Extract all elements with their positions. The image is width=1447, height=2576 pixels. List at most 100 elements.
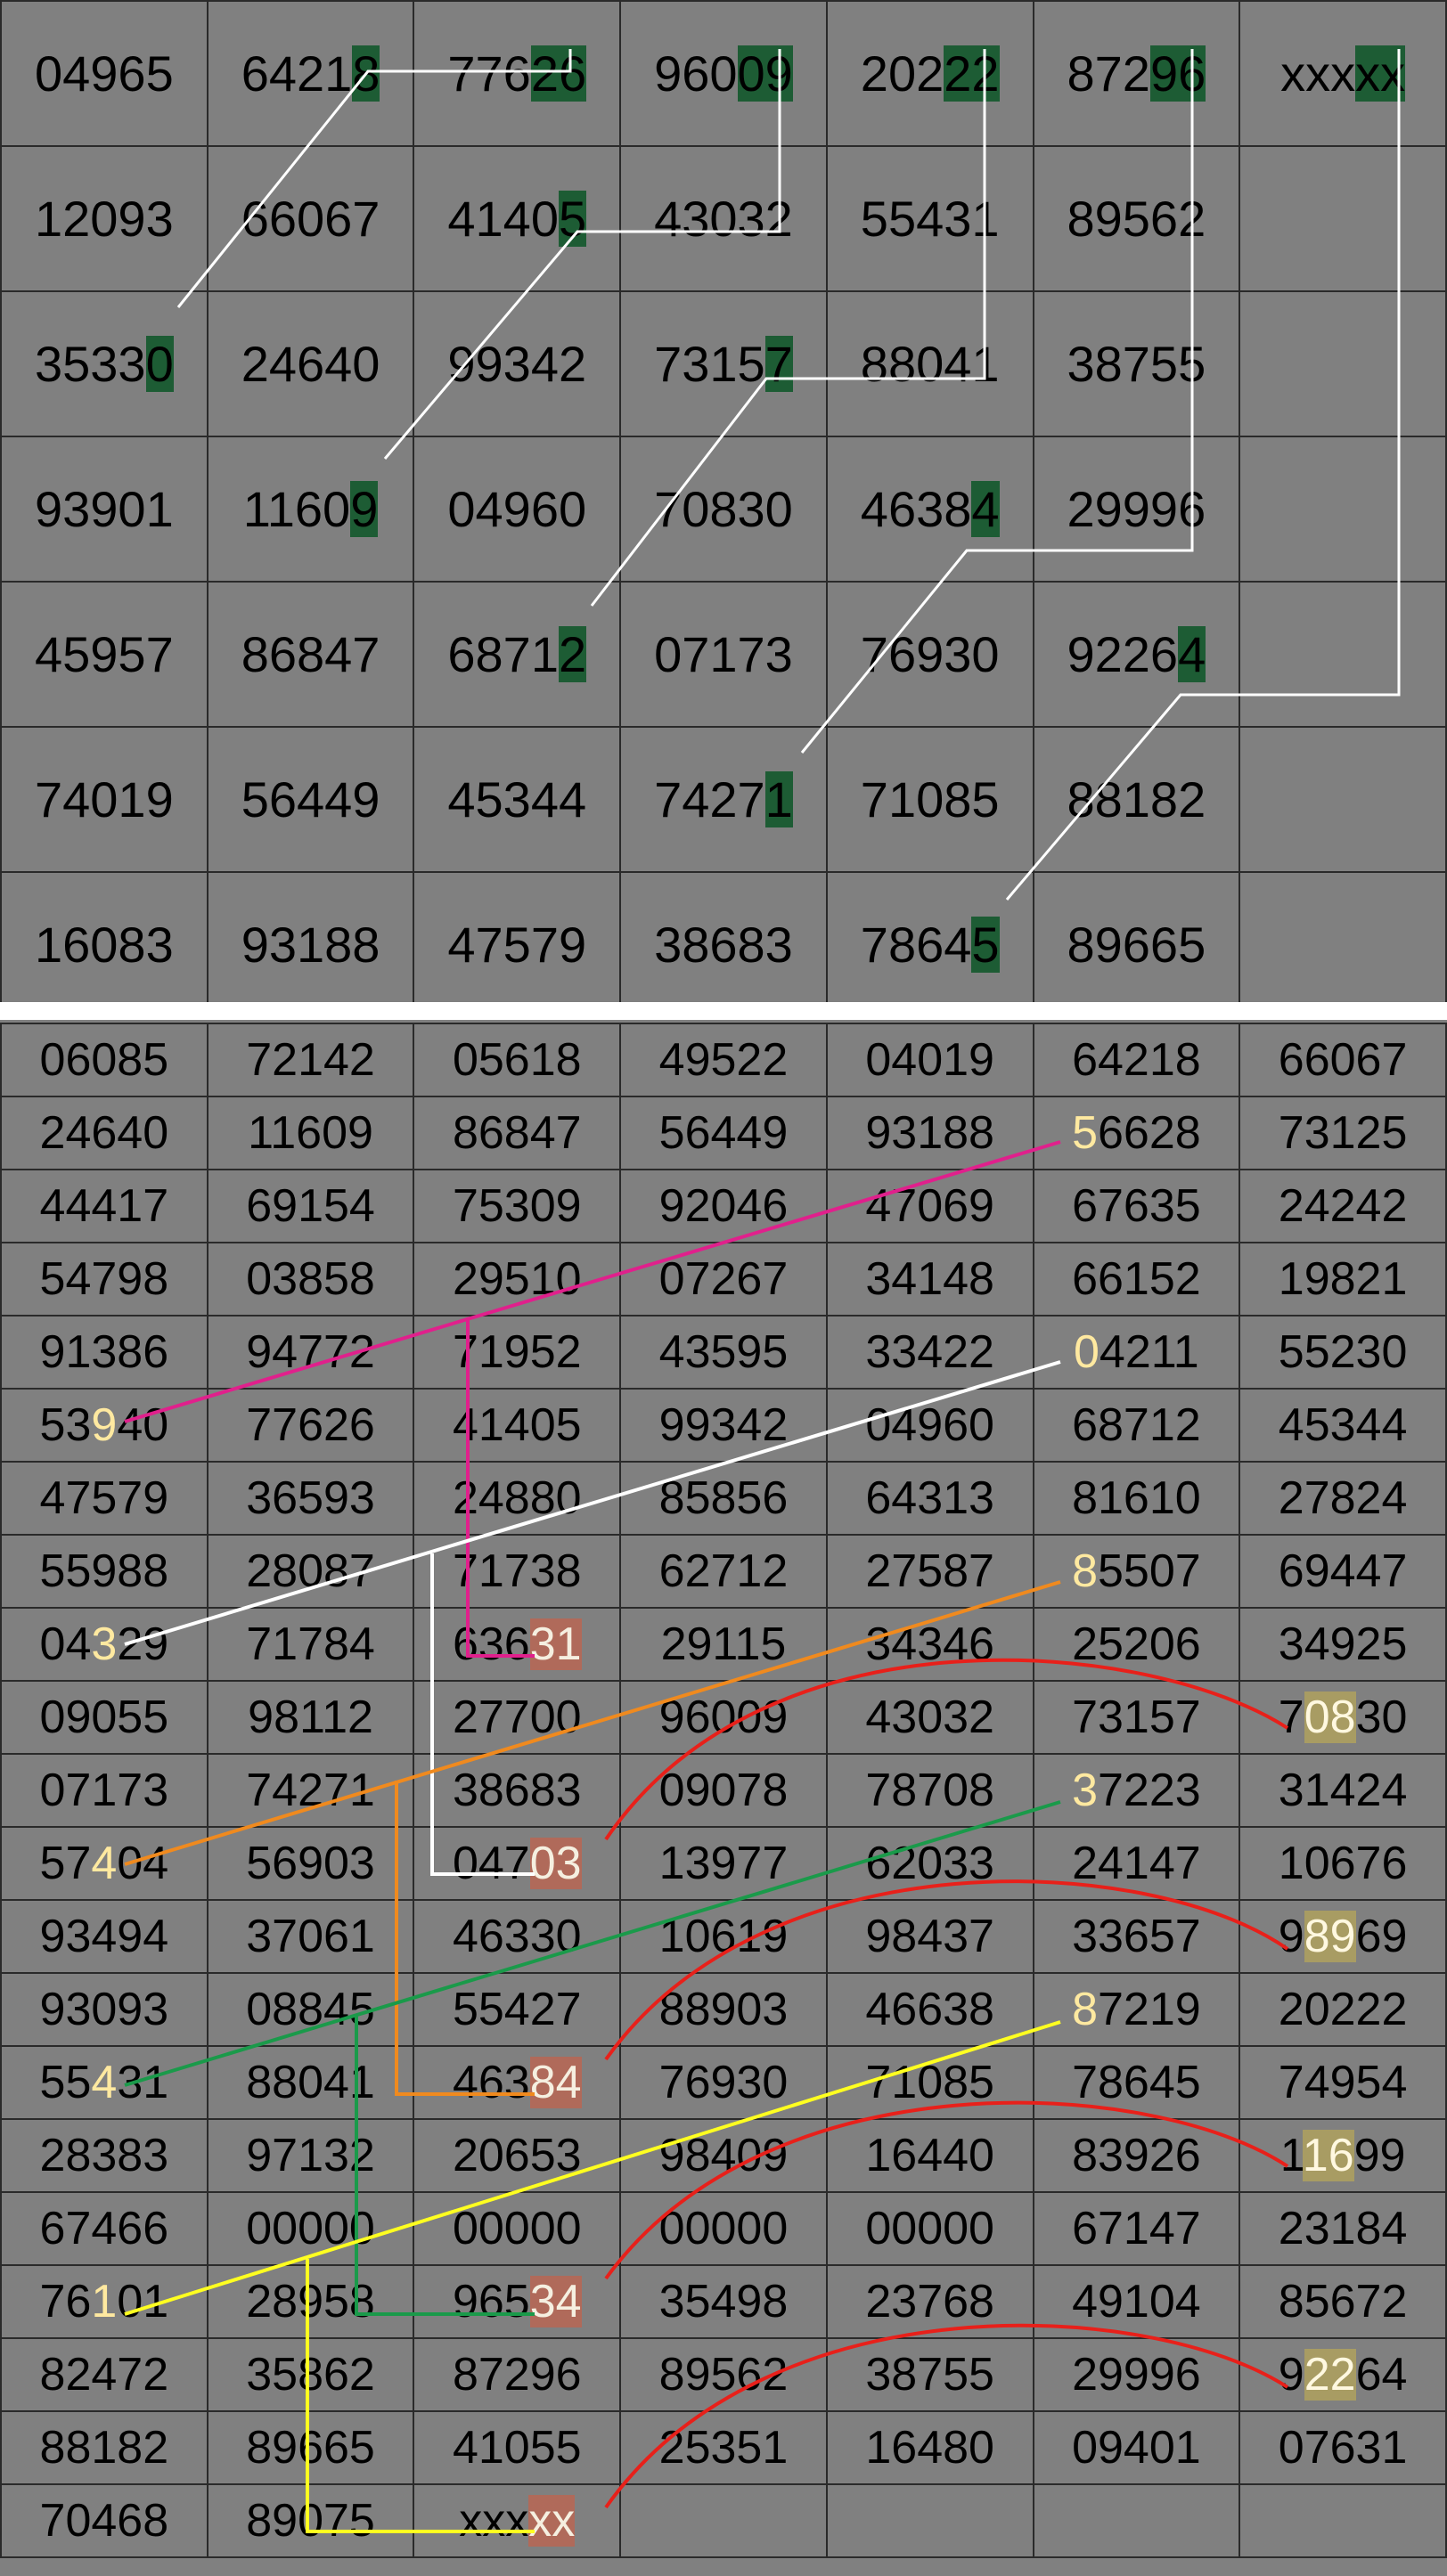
highlighted-digits: 8 bbox=[352, 45, 380, 102]
bottom_grid-cell: 10619 bbox=[619, 1899, 828, 1974]
top_grid-cell: 04965 bbox=[0, 0, 208, 147]
highlighted-digits: 16 bbox=[1302, 2130, 1354, 2181]
top_grid-cell: 64218 bbox=[206, 0, 415, 147]
highlighted-digits: 89 bbox=[1304, 1911, 1356, 1962]
bottom_grid-cell: 04329 bbox=[0, 1607, 208, 1682]
bottom_grid-cell: 64313 bbox=[825, 1461, 1034, 1536]
bottom_grid-cell: 93494 bbox=[0, 1899, 208, 1974]
top_grid-cell: 16083 bbox=[0, 871, 208, 1018]
bottom_grid-cell: 98437 bbox=[825, 1899, 1034, 1974]
bottom_grid-cell: 35862 bbox=[206, 2337, 415, 2412]
top_grid-row: 45957 86847 68712 07173 76930 92264 bbox=[0, 581, 1447, 728]
top_grid-cell bbox=[1239, 436, 1447, 583]
bottom_grid-cell: 09401 bbox=[1032, 2410, 1241, 2485]
bottom_grid-cell: 87296 bbox=[413, 2337, 622, 2412]
bottom_grid-cell: 07173 bbox=[0, 1753, 208, 1828]
top_grid-cell: 45957 bbox=[0, 581, 208, 728]
bottom_grid-row: 06085 72142 05618 49522 04019 64218 66067 bbox=[0, 1023, 1447, 1097]
bottom_grid-cell: 77626 bbox=[206, 1388, 415, 1463]
highlighted-digits: 1 bbox=[764, 771, 793, 827]
bottom_grid-cell: 23184 bbox=[1239, 2191, 1447, 2266]
bottom_grid-cell bbox=[619, 2483, 828, 2558]
top_grid-cell: 38683 bbox=[619, 871, 828, 1018]
top_grid-cell: 92264 bbox=[1032, 581, 1241, 728]
bottom_grid-cell: 06085 bbox=[0, 1023, 208, 1097]
top_grid-cell: 88041 bbox=[825, 290, 1034, 437]
bottom_grid-cell: 67466 bbox=[0, 2191, 208, 2266]
bottom_grid-cell: 92264 bbox=[1239, 2337, 1447, 2412]
highlighted-digits: 3 bbox=[91, 1618, 118, 1670]
bottom_grid-cell: 70830 bbox=[1239, 1680, 1447, 1755]
highlighted-digits: 31 bbox=[529, 1618, 582, 1670]
bottom_grid-cell: 31424 bbox=[1239, 1753, 1447, 1828]
bottom_grid-cell: 23768 bbox=[825, 2264, 1034, 2339]
bottom_grid-cell: 28958 bbox=[206, 2264, 415, 2339]
bottom_grid-cell: 62712 bbox=[619, 1534, 828, 1609]
bottom_grid-cell: 78645 bbox=[1032, 2045, 1241, 2120]
top_grid-cell: 66067 bbox=[206, 145, 415, 292]
top_grid-cell: 74019 bbox=[0, 726, 208, 873]
top_grid-cell: 41405 bbox=[413, 145, 622, 292]
bottom_grid-cell: 04019 bbox=[825, 1023, 1034, 1097]
bottom_grid-cell: 37223 bbox=[1032, 1753, 1241, 1828]
bottom_grid-cell: 33657 bbox=[1032, 1899, 1241, 1974]
bottom_grid-cell: 11609 bbox=[206, 1096, 415, 1170]
bottom_grid-row: 91386 94772 71952 43595 33422 04211 55230 bbox=[0, 1315, 1447, 1390]
top_grid-cell: 89562 bbox=[1032, 145, 1241, 292]
bottom_grid-cell: 81610 bbox=[1032, 1461, 1241, 1536]
bottom_grid-cell: 68712 bbox=[1032, 1388, 1241, 1463]
top_grid-row: 35330 24640 99342 73157 88041 38755 bbox=[0, 290, 1447, 437]
bottom_grid-cell: 89665 bbox=[206, 2410, 415, 2485]
bottom_grid-cell: 49522 bbox=[619, 1023, 828, 1097]
top_grid-cell: 20222 bbox=[825, 0, 1034, 147]
highlighted-digits: 4 bbox=[91, 2057, 118, 2108]
bottom_grid-cell: 85672 bbox=[1239, 2264, 1447, 2339]
bottom_grid-cell: 87219 bbox=[1032, 1972, 1241, 2047]
bottom_grid-cell bbox=[1032, 2483, 1241, 2558]
top_grid-cell: 76930 bbox=[825, 581, 1034, 728]
bottom_grid-cell: 34346 bbox=[825, 1607, 1034, 1682]
top_grid-row: 93901 11609 04960 70830 46384 29996 bbox=[0, 436, 1447, 583]
bottom_grid-cell: 29510 bbox=[413, 1242, 622, 1317]
bottom_grid-cell: 55230 bbox=[1239, 1315, 1447, 1390]
bottom_grid-row: 67466 00000 00000 00000 00000 67147 23184 bbox=[0, 2191, 1447, 2266]
bottom_grid-cell: 28383 bbox=[0, 2118, 208, 2193]
highlighted-digits: 84 bbox=[529, 2057, 582, 2108]
bottom_grid-cell: 03858 bbox=[206, 1242, 415, 1317]
top_grid-cell: 89665 bbox=[1032, 871, 1241, 1018]
bottom_grid-cell: 20222 bbox=[1239, 1972, 1447, 2047]
bottom_grid-cell: 16480 bbox=[825, 2410, 1034, 2485]
top_grid-cell: 88182 bbox=[1032, 726, 1241, 873]
highlighted-digits: 4 bbox=[971, 481, 1000, 537]
bottom_grid-cell: 24640 bbox=[0, 1096, 208, 1170]
top_grid-cell: 43032 bbox=[619, 145, 828, 292]
bottom_grid-cell: 49104 bbox=[1032, 2264, 1241, 2339]
bottom_grid-cell: 97132 bbox=[206, 2118, 415, 2193]
bottom_grid-cell: 38683 bbox=[413, 1753, 622, 1828]
bottom_grid-cell: 00000 bbox=[825, 2191, 1034, 2266]
bottom_grid-cell: 36593 bbox=[206, 1461, 415, 1536]
top_grid-cell: 93901 bbox=[0, 436, 208, 583]
bottom_grid-row: 24640 11609 86847 56449 93188 56628 73125 bbox=[0, 1096, 1447, 1170]
top_grid-cell: 87296 bbox=[1032, 0, 1241, 147]
bottom_grid-cell: 33422 bbox=[825, 1315, 1034, 1390]
bottom_grid-cell: 04211 bbox=[1032, 1315, 1241, 1390]
bottom_grid-cell: 74271 bbox=[206, 1753, 415, 1828]
top_grid-cell: 38755 bbox=[1032, 290, 1241, 437]
bottom_grid-cell: 86847 bbox=[413, 1096, 622, 1170]
bottom_grid-cell: 00000 bbox=[413, 2191, 622, 2266]
highlighted-digits: 3 bbox=[1072, 1765, 1098, 1816]
bottom_grid-cell: 66152 bbox=[1032, 1242, 1241, 1317]
bottom_grid-row: 09055 98112 27700 96009 43032 73157 70830 bbox=[0, 1680, 1447, 1755]
bottom_grid-row: 82472 35862 87296 89562 38755 29996 92264 bbox=[0, 2337, 1447, 2412]
top_grid-cell: 35330 bbox=[0, 290, 208, 437]
bottom_grid-cell: 46384 bbox=[413, 2045, 622, 2120]
top_grid-cell: 99342 bbox=[413, 290, 622, 437]
highlighted-digits: xx bbox=[528, 2495, 576, 2547]
bottom_grid-cell: 29115 bbox=[619, 1607, 828, 1682]
bottom_grid-cell: 98969 bbox=[1239, 1899, 1447, 1974]
bottom_grid-cell: 09078 bbox=[619, 1753, 828, 1828]
top_grid-row: 16083 93188 47579 38683 78645 89665 bbox=[0, 871, 1447, 1018]
highlighted-digits: 03 bbox=[529, 1838, 582, 1889]
bottom_grid-cell: 89562 bbox=[619, 2337, 828, 2412]
